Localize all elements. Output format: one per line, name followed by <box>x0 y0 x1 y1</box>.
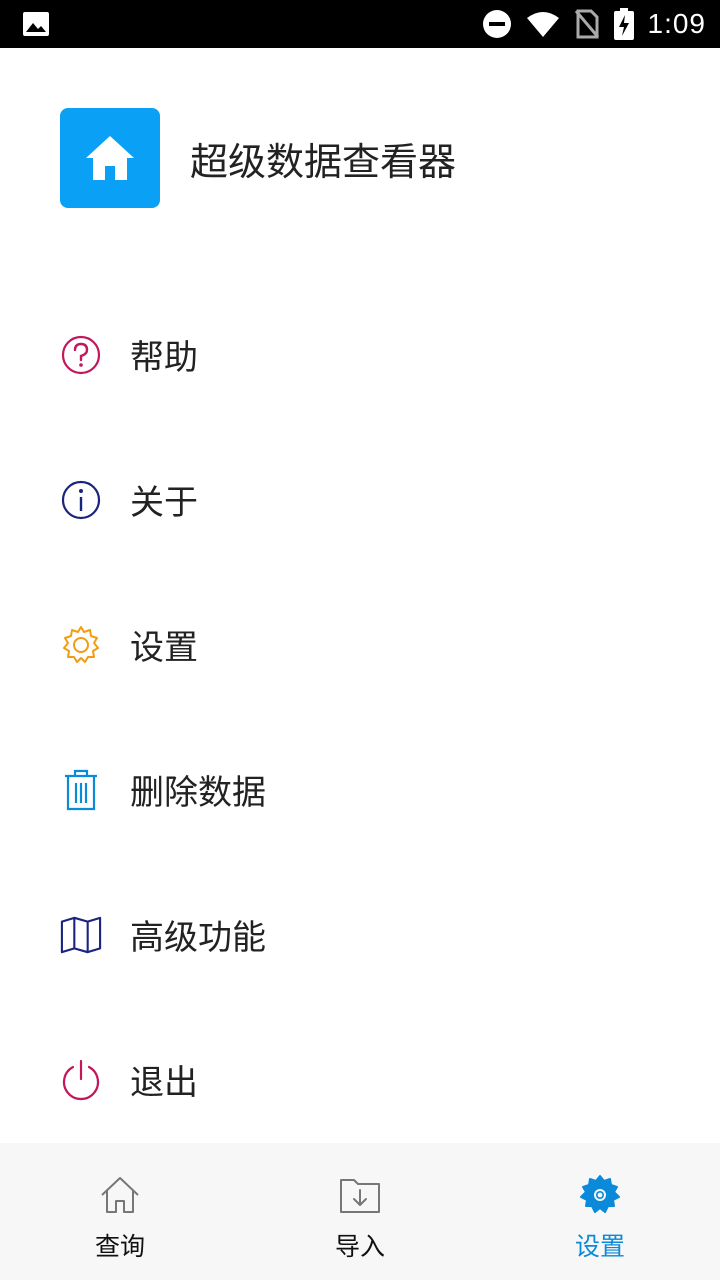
help-circle-icon <box>60 334 102 376</box>
home-icon <box>86 136 134 180</box>
menu-item-settings[interactable]: 设置 <box>0 572 720 717</box>
app-logo <box>60 108 160 208</box>
menu-item-label: 删除数据 <box>130 773 266 813</box>
menu-item-exit[interactable]: 退出 <box>0 1007 720 1152</box>
menu-item-advanced[interactable]: 高级功能 <box>0 862 720 1007</box>
home-outline-icon <box>98 1173 142 1217</box>
menu-item-label: 高级功能 <box>130 918 266 958</box>
nav-tab-import[interactable]: 导入 <box>240 1143 480 1280</box>
menu-item-label: 关于 <box>130 483 198 523</box>
status-time: 1:09 <box>647 8 706 39</box>
trash-icon <box>60 769 102 811</box>
status-bar: 1:09 <box>0 0 720 48</box>
app-title: 超级数据查看器 <box>190 139 457 184</box>
wifi-icon <box>526 12 559 37</box>
info-circle-icon <box>60 479 102 521</box>
settings-menu: 帮助 关于 设置 删除数据 高级功能 退出 <box>0 282 720 1152</box>
menu-item-label: 退出 <box>130 1063 198 1103</box>
menu-item-help[interactable]: 帮助 <box>0 282 720 427</box>
settings-gear-icon <box>578 1173 622 1217</box>
nav-label: 设置 <box>574 1232 625 1261</box>
power-icon <box>60 1059 102 1101</box>
gear-icon <box>60 624 102 666</box>
battery-charging-icon <box>613 8 634 40</box>
do-not-disturb-icon <box>482 10 511 38</box>
menu-item-about[interactable]: 关于 <box>0 427 720 572</box>
map-icon <box>60 914 102 956</box>
menu-item-label: 设置 <box>130 628 198 668</box>
bottom-nav: 查询 导入 设置 <box>0 1143 720 1280</box>
import-folder-icon <box>338 1173 382 1217</box>
nav-tab-query[interactable]: 查询 <box>0 1143 240 1280</box>
no-sim-icon <box>574 9 599 39</box>
image-notification-icon <box>23 12 49 36</box>
app-header: 超级数据查看器 <box>60 108 456 208</box>
nav-label: 查询 <box>94 1232 145 1261</box>
menu-item-label: 帮助 <box>130 338 198 378</box>
menu-item-delete-data[interactable]: 删除数据 <box>0 717 720 862</box>
nav-label: 导入 <box>334 1232 385 1261</box>
nav-tab-settings[interactable]: 设置 <box>480 1143 720 1280</box>
